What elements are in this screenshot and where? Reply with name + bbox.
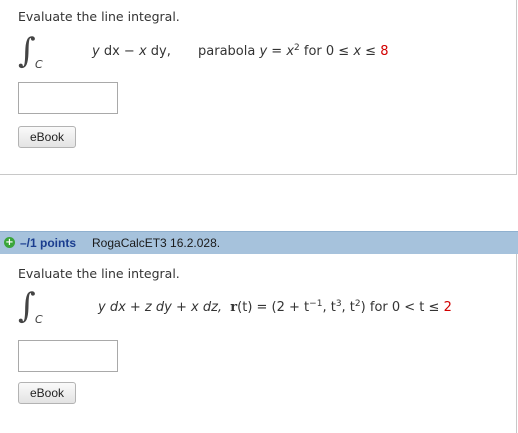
- param-for: for 0 < t ≤: [365, 300, 444, 315]
- question-1-curve: parabola y = x2 for 0 ≤ x ≤ 8: [198, 44, 389, 60]
- integral-icon: ∫: [18, 31, 36, 71]
- curve-x: x: [286, 44, 295, 59]
- question-1-integrand: y dx − x dy,: [92, 44, 171, 59]
- integral-icon: ∫: [18, 286, 36, 326]
- ebook-button-2[interactable]: eBook: [18, 382, 76, 404]
- curve-label: parabola: [198, 44, 260, 59]
- points-label: –/1 points: [20, 236, 77, 250]
- expand-plus-icon[interactable]: +: [4, 237, 15, 248]
- question-1-prompt: Evaluate the line integral.: [18, 9, 180, 24]
- question-2-expression: y dx + z dy + x dz, r(t) = (2 + t−1, t3,…: [98, 299, 452, 316]
- dy-term: dy,: [146, 44, 171, 59]
- exp-1: −1: [309, 299, 323, 309]
- question-id: RogaCalcET3 16.2.028.: [92, 236, 221, 250]
- question-2-integrand: y dx + z dy + x dz,: [98, 300, 223, 315]
- question-1-panel: Evaluate the line integral. ∫ C y dx − x…: [0, 0, 517, 175]
- ebook-button-1[interactable]: eBook: [18, 126, 76, 148]
- curve-upper: 8: [380, 44, 389, 59]
- integral-subscript: C: [35, 58, 43, 71]
- curve-le: ≤: [361, 44, 381, 59]
- var-x: x: [138, 44, 147, 59]
- curve-y: y: [259, 44, 268, 59]
- param-upper: 2: [443, 300, 452, 315]
- var-y: y: [92, 44, 100, 59]
- curve-for: for 0 ≤: [299, 44, 354, 59]
- curve-var: x: [353, 44, 362, 59]
- question-2-panel: Evaluate the line integral. ∫ C y dx + z…: [0, 254, 517, 433]
- answer-input-1[interactable]: [18, 82, 118, 114]
- question-2-header: + –/1 points RogaCalcET3 16.2.028.: [0, 231, 518, 254]
- integral-subscript: C: [35, 313, 43, 326]
- curve-eq: =: [267, 44, 287, 59]
- question-2-prompt: Evaluate the line integral.: [18, 266, 180, 281]
- param-start: (t) = (2 + t: [237, 300, 310, 315]
- param-mid2: , t: [341, 300, 355, 315]
- answer-input-2[interactable]: [18, 340, 118, 372]
- dx-term: dx −: [99, 44, 139, 59]
- param-mid: , t: [322, 300, 336, 315]
